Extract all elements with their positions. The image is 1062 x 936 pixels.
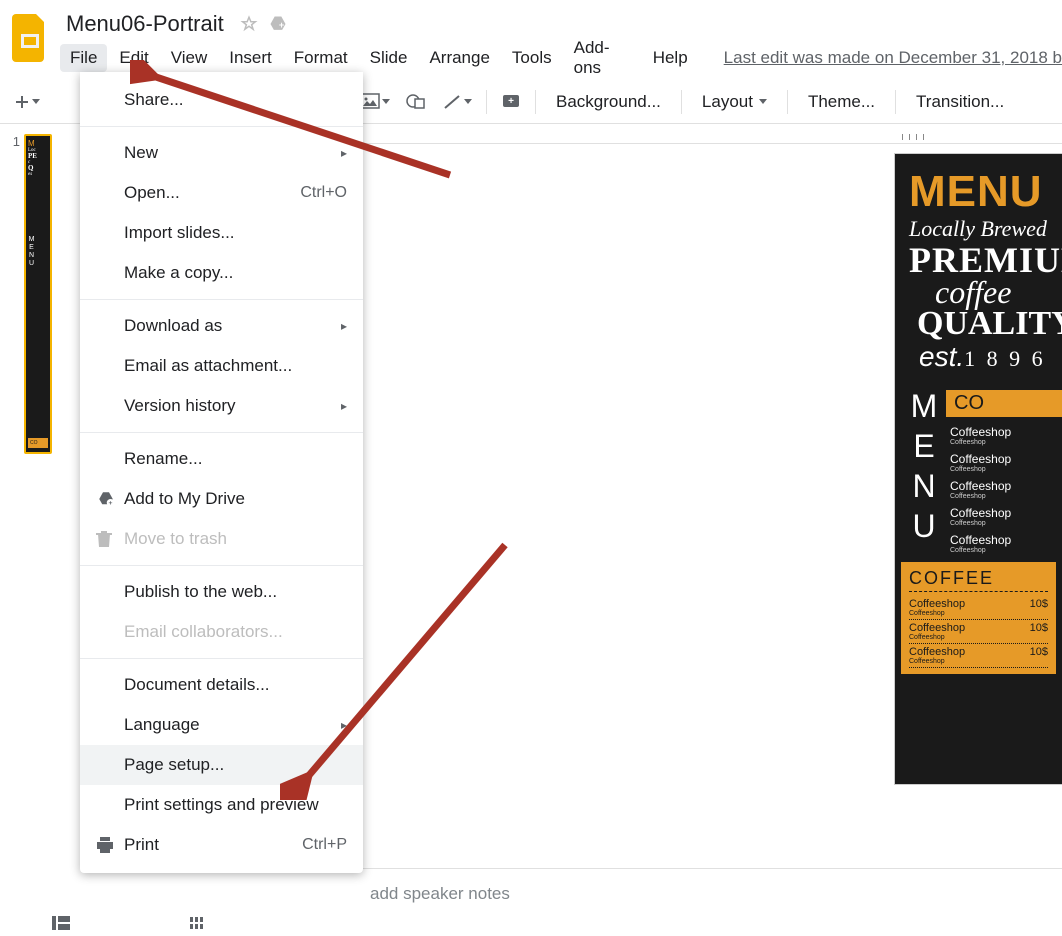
section-title: COFFEE — [909, 568, 1048, 592]
menu-add-drive[interactable]: +Add to My Drive — [80, 479, 363, 519]
separator — [80, 658, 363, 659]
svg-text:+: + — [109, 500, 113, 507]
print-icon — [96, 837, 124, 853]
menu-open[interactable]: Open...Ctrl+O — [80, 173, 363, 213]
slide-content[interactable]: MENU Locally Brewed PREMIUM coffee QUALI… — [895, 154, 1062, 784]
trash-icon — [96, 530, 124, 548]
section-item: CoffeeshopCoffeeshop10$ — [909, 620, 1048, 644]
slide-text: coffee — [895, 278, 1062, 307]
menu-rename[interactable]: Rename... — [80, 439, 363, 479]
menu-new[interactable]: New▸ — [80, 133, 363, 173]
menu-insert[interactable]: Insert — [219, 44, 282, 72]
shape-button[interactable] — [400, 87, 432, 117]
menu-addons[interactable]: Add-ons — [564, 34, 641, 82]
menu-file[interactable]: File — [60, 44, 107, 72]
slide-text: PREMIUM — [895, 242, 1062, 278]
layout-button[interactable]: Layout — [690, 92, 779, 112]
svg-text:+: + — [508, 96, 514, 107]
separator — [80, 299, 363, 300]
separator — [80, 432, 363, 433]
slide-thumbnail[interactable]: M Loc PE c Q es MENU CO — [24, 134, 52, 454]
separator — [681, 90, 682, 114]
grid-view-icon[interactable] — [52, 916, 70, 935]
menu-bar: File Edit View Insert Format Slide Arran… — [60, 42, 1062, 74]
menu-list-item: CoffeeshopCoffeeshop — [946, 479, 1062, 506]
filmstrip-view-icon[interactable] — [190, 916, 208, 934]
drive-add-icon: + — [96, 490, 124, 508]
menu-download[interactable]: Download as▸ — [80, 306, 363, 346]
menu-print-settings[interactable]: Print settings and preview — [80, 785, 363, 825]
menu-help[interactable]: Help — [643, 44, 698, 72]
svg-text:+: + — [279, 20, 284, 30]
menu-format[interactable]: Format — [284, 44, 358, 72]
slide-section: COFFEE CoffeeshopCoffeeshop10$ Coffeesho… — [901, 562, 1056, 674]
menu-email-collaborators: Email collaborators... — [80, 612, 363, 652]
menu-copy[interactable]: Make a copy... — [80, 253, 363, 293]
menu-edit[interactable]: Edit — [109, 44, 158, 72]
speaker-notes[interactable]: add speaker notes — [90, 868, 1062, 918]
separator — [80, 126, 363, 127]
slide-number: 1 — [6, 134, 20, 149]
menu-list-item: CoffeeshopCoffeeshop — [946, 452, 1062, 479]
filmstrip: 1 M Loc PE c Q es MENU CO — [0, 124, 90, 930]
slide-banner: CO — [946, 390, 1062, 417]
star-icon[interactable] — [240, 15, 258, 33]
menu-print[interactable]: PrintCtrl+P — [80, 825, 363, 865]
menu-import[interactable]: Import slides... — [80, 213, 363, 253]
comment-button[interactable]: + — [495, 87, 527, 117]
slide-tagline: Locally Brewed — [895, 216, 1062, 242]
line-button[interactable] — [436, 87, 478, 117]
section-item: CoffeeshopCoffeeshop10$ — [909, 596, 1048, 620]
separator — [80, 565, 363, 566]
transition-button[interactable]: Transition... — [904, 92, 1016, 112]
menu-email-attachment[interactable]: Email as attachment... — [80, 346, 363, 386]
menu-publish[interactable]: Publish to the web... — [80, 572, 363, 612]
menu-share[interactable]: Share... — [80, 80, 363, 120]
menu-slide[interactable]: Slide — [360, 44, 418, 72]
menu-version-history[interactable]: Version history▸ — [80, 386, 363, 426]
menu-list-item: CoffeeshopCoffeeshop — [946, 506, 1062, 533]
drive-icon[interactable]: + — [268, 14, 288, 34]
bottom-bar — [0, 914, 1062, 936]
menu-page-setup[interactable]: Page setup... — [80, 745, 363, 785]
menu-view[interactable]: View — [161, 44, 218, 72]
menu-language[interactable]: Language▸ — [80, 705, 363, 745]
background-button[interactable]: Background... — [544, 92, 673, 112]
new-slide-button[interactable] — [8, 87, 46, 117]
app-header: Menu06-Portrait + File Edit View Insert … — [0, 0, 1062, 74]
file-menu-dropdown: Share... New▸ Open...Ctrl+O Import slide… — [80, 72, 363, 873]
menu-list-item: CoffeeshopCoffeeshop — [946, 425, 1062, 452]
slide-text: QUALITY — [895, 307, 1062, 341]
slides-logo[interactable] — [8, 8, 52, 68]
theme-button[interactable]: Theme... — [796, 92, 887, 112]
separator — [535, 90, 536, 114]
menu-arrange[interactable]: Arrange — [419, 44, 499, 72]
menu-tools[interactable]: Tools — [502, 44, 562, 72]
document-title[interactable]: Menu06-Portrait — [60, 9, 230, 39]
section-item: CoffeeshopCoffeeshop10$ — [909, 644, 1048, 668]
slide-vertical-label: MENU — [895, 384, 946, 560]
separator — [787, 90, 788, 114]
slide-text: est.1 8 9 6 — [895, 341, 1062, 374]
separator — [486, 90, 487, 114]
last-edit-link[interactable]: Last edit was made on December 31, 2018 … — [724, 48, 1062, 68]
slide-title: MENU — [895, 154, 1062, 214]
separator — [895, 90, 896, 114]
menu-list-item: CoffeeshopCoffeeshop — [946, 533, 1062, 560]
menu-trash: Move to trash — [80, 519, 363, 559]
menu-document-details[interactable]: Document details... — [80, 665, 363, 705]
